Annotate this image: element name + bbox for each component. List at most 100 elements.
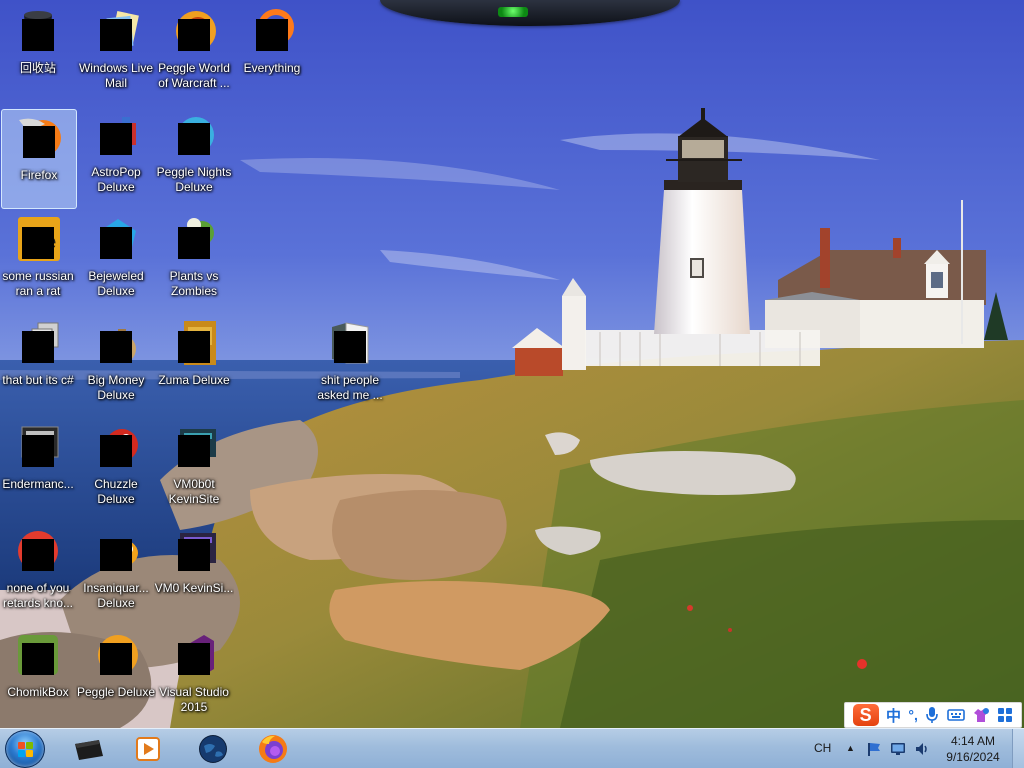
windows-live-mail-icon (92, 7, 140, 55)
desktop-icon-none-of-you-retards[interactable]: none of you retards kno... (0, 522, 76, 622)
desktop-icon-recycle-bin[interactable]: 回收站 (0, 2, 76, 102)
astropop-deluxe-icon (92, 111, 140, 159)
redaction-box (178, 539, 210, 571)
redaction-box (178, 331, 210, 363)
desktop-icon-peggle-deluxe[interactable]: Peggle Deluxe (76, 626, 156, 726)
skin-icon[interactable] (972, 707, 990, 723)
desktop-icon-label: Peggle World of Warcraft ... (158, 61, 230, 90)
recycle-bin-icon (14, 7, 62, 55)
firefox-icon (259, 735, 287, 763)
redaction-box (178, 19, 210, 51)
redaction-box (178, 435, 210, 467)
flag-icon[interactable] (866, 741, 882, 757)
redaction-box (22, 19, 54, 51)
desktop-icon-label: Everything (243, 61, 301, 75)
desktop-icon-that-but-its-csharp[interactable]: that but its c# (0, 314, 76, 414)
desktop-icon-label: some russian ran a rat (2, 269, 74, 298)
desktop-icon-chuzzle-deluxe[interactable]: Chuzzle Deluxe (78, 418, 154, 518)
desktop-icon-visual-studio-2015[interactable]: Visual Studio 2015 (156, 626, 232, 726)
desktop-icon-label: that but its c# (2, 373, 74, 387)
redaction-box (22, 227, 54, 259)
desktop-icon-peggle-nights-deluxe[interactable]: Peggle Nights Deluxe (156, 106, 232, 206)
desktop-icon-label: VM0 KevinSi... (154, 581, 234, 595)
globe-icon (199, 735, 227, 763)
desktop-icon-label: ChomikBox (7, 685, 69, 699)
bejeweled-deluxe-icon (92, 215, 140, 263)
redaction-box (23, 126, 55, 158)
visual-studio-2015-icon (170, 631, 218, 679)
redaction-box (100, 643, 132, 675)
microphone-icon[interactable] (925, 706, 939, 724)
desktop-icon-label: Plants vs Zombies (169, 269, 219, 298)
desktop-icon-bejeweled-deluxe[interactable]: Bejeweled Deluxe (78, 210, 154, 310)
desktop-icon-peggle-world-of-warcraft[interactable]: Peggle World of Warcraft ... (156, 2, 232, 102)
toolbox-icon[interactable] (997, 707, 1013, 723)
explorer-icon (75, 740, 103, 760)
that-but-its-csharp-icon (14, 319, 62, 367)
punctuation-toggle[interactable]: °, (908, 707, 918, 723)
vm0-kevinsi-icon (170, 527, 218, 575)
desktop-icon-label: Insaniquar... Deluxe (83, 581, 149, 610)
desktop-icon-label: Peggle Deluxe (76, 685, 156, 699)
desktop-icon-chomikbox[interactable]: ox ChomikBox (0, 626, 76, 726)
desktop-icon-astropop-deluxe[interactable]: AstroPop Deluxe (78, 106, 154, 206)
peggle-world-of-warcraft-icon (170, 7, 218, 55)
desktop-icon-enderman[interactable]: Endermanc... (0, 418, 76, 518)
peggle-deluxe-icon (92, 631, 140, 679)
desktop-icon-label: AstroPop Deluxe (91, 165, 141, 194)
ime-toolbar[interactable]: S 中 °, (844, 702, 1022, 728)
redaction-box (178, 123, 210, 155)
taskbar-explorer-button[interactable] (62, 731, 114, 767)
ime-mode-toggle[interactable]: 中 (886, 705, 901, 726)
desktop-icon-vm0-kevinsi[interactable]: VM0 KevinSi... (154, 522, 234, 622)
redaction-box (100, 539, 132, 571)
redaction-box (178, 227, 210, 259)
clock-date: 9/16/2024 (946, 750, 1000, 764)
insaniquarium-deluxe-icon (92, 527, 140, 575)
desktop-icon-windows-live-mail[interactable]: Windows Live Mail (78, 2, 154, 102)
desktop-icon-plants-vs-zombies[interactable]: Plants vs Zombies (156, 210, 232, 310)
show-desktop-button[interactable] (1012, 729, 1024, 768)
desktop-icon-label: Firefox (20, 168, 58, 182)
redaction-box (22, 643, 54, 675)
big-money-deluxe-icon (92, 319, 140, 367)
desktop-icon-big-money-deluxe[interactable]: Big Money Deluxe (78, 314, 154, 414)
desktop-icon-insaniquarium-deluxe[interactable]: Insaniquar... Deluxe (78, 522, 154, 622)
keyboard-icon[interactable] (946, 708, 965, 722)
enderman-icon (14, 423, 62, 471)
desktop-icon-vm0b0t-kevinsite[interactable]: VM0b0t KevinSite (156, 418, 232, 518)
desktop-icon-some-russian-ran-a-rat[interactable]: e some russian ran a rat (0, 210, 76, 310)
input-language-indicator[interactable]: CH (814, 741, 831, 755)
some-russian-ran-a-rat-icon: e (14, 215, 62, 263)
clock-time: 4:14 AM (950, 734, 996, 748)
desktop-icon-everything[interactable]: Everything (234, 2, 310, 102)
sogou-logo-icon[interactable]: S (852, 704, 879, 726)
volume-icon[interactable] (914, 741, 930, 757)
redaction-box (22, 331, 54, 363)
system-clock[interactable]: 4:14 AM 9/16/2024 (938, 733, 1008, 765)
windows-logo-icon (18, 742, 34, 758)
desktop-icon-shit-people-asked-me[interactable]: shit people asked me ... (312, 314, 388, 414)
desktop-icon-zuma-deluxe[interactable]: Zuma Deluxe (156, 314, 232, 414)
zuma-deluxe-icon (170, 319, 218, 367)
media-player-icon (136, 737, 160, 761)
firefox-icon (15, 114, 63, 162)
redaction-box (100, 19, 132, 51)
taskbar-firefox-button[interactable] (247, 731, 299, 767)
desktop-icon-label: Chuzzle Deluxe (94, 477, 138, 506)
none-of-you-retards-icon (14, 527, 62, 575)
show-hidden-icons-arrow[interactable]: ▲ (846, 743, 855, 753)
redaction-box (22, 435, 54, 467)
desktop-icon-firefox[interactable]: Firefox (1, 109, 77, 209)
desktop-icon-label: Peggle Nights Deluxe (156, 165, 232, 194)
desktop-icon-label: Zuma Deluxe (158, 373, 230, 387)
shit-people-asked-me-icon (326, 319, 374, 367)
plants-vs-zombies-icon (170, 215, 218, 263)
monitor-icon[interactable] (890, 741, 906, 757)
start-button[interactable] (5, 730, 45, 768)
taskbar-media-player-button[interactable] (122, 731, 174, 767)
taskbar-globe-button[interactable] (187, 731, 239, 767)
desktop-icon-label: Visual Studio 2015 (159, 685, 229, 714)
desktop-icon-label: none of you retards kno... (2, 581, 74, 610)
desktop-icon-label: Endermanc... (2, 477, 74, 491)
